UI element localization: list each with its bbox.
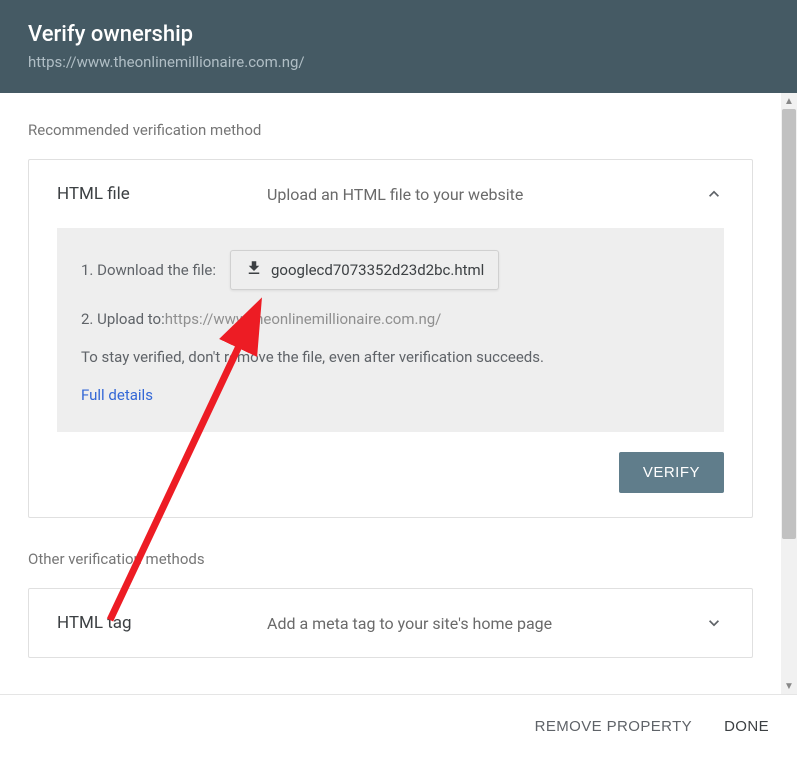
scroll-down-icon[interactable]: ▼ <box>781 678 797 694</box>
html-file-card: HTML file Upload an HTML file to your we… <box>28 159 753 518</box>
method-title: HTML file <box>57 184 267 204</box>
chevron-up-icon <box>704 184 724 204</box>
dialog-footer: REMOVE PROPERTY DONE <box>0 694 797 758</box>
upload-url: https://www.theonlinemillionaire.com.ng/ <box>165 310 442 328</box>
method-title: HTML tag <box>57 613 267 633</box>
chevron-down-icon <box>704 613 724 633</box>
scroll-thumb[interactable] <box>782 109 796 539</box>
vertical-scrollbar[interactable]: ▲ ▼ <box>781 93 797 694</box>
done-button[interactable]: DONE <box>724 718 769 735</box>
verify-button[interactable]: VERIFY <box>619 452 724 493</box>
dialog-header: Verify ownership https://www.theonlinemi… <box>0 0 797 93</box>
download-icon <box>245 259 271 281</box>
full-details-link[interactable]: Full details <box>81 386 700 404</box>
scroll-up-icon[interactable]: ▲ <box>781 93 797 109</box>
download-file-button[interactable]: googlecd7073352d23d2bc.html <box>230 250 499 290</box>
step2-label: 2. Upload to: <box>81 310 165 328</box>
remove-property-button[interactable]: REMOVE PROPERTY <box>535 718 692 735</box>
method-description: Add a meta tag to your site's home page <box>267 614 704 633</box>
html-tag-card-header[interactable]: HTML tag Add a meta tag to your site's h… <box>29 589 752 657</box>
recommended-section-label: Recommended verification method <box>28 121 753 139</box>
step1-label: 1. Download the file: <box>81 261 216 279</box>
dialog-content: Recommended verification method HTML fil… <box>0 93 781 694</box>
card-footer: VERIFY <box>29 432 752 517</box>
download-filename: googlecd7073352d23d2bc.html <box>271 261 484 279</box>
other-section-label: Other verification methods <box>28 550 753 568</box>
method-description: Upload an HTML file to your website <box>267 185 704 204</box>
html-tag-card: HTML tag Add a meta tag to your site's h… <box>28 588 753 658</box>
html-file-card-header[interactable]: HTML file Upload an HTML file to your we… <box>29 160 752 228</box>
html-file-instructions: 1. Download the file: googlecd7073352d23… <box>57 228 724 432</box>
property-url: https://www.theonlinemillionaire.com.ng/ <box>28 53 769 71</box>
dialog-title: Verify ownership <box>28 22 769 47</box>
verification-note: To stay verified, don't remove the file,… <box>81 348 700 366</box>
